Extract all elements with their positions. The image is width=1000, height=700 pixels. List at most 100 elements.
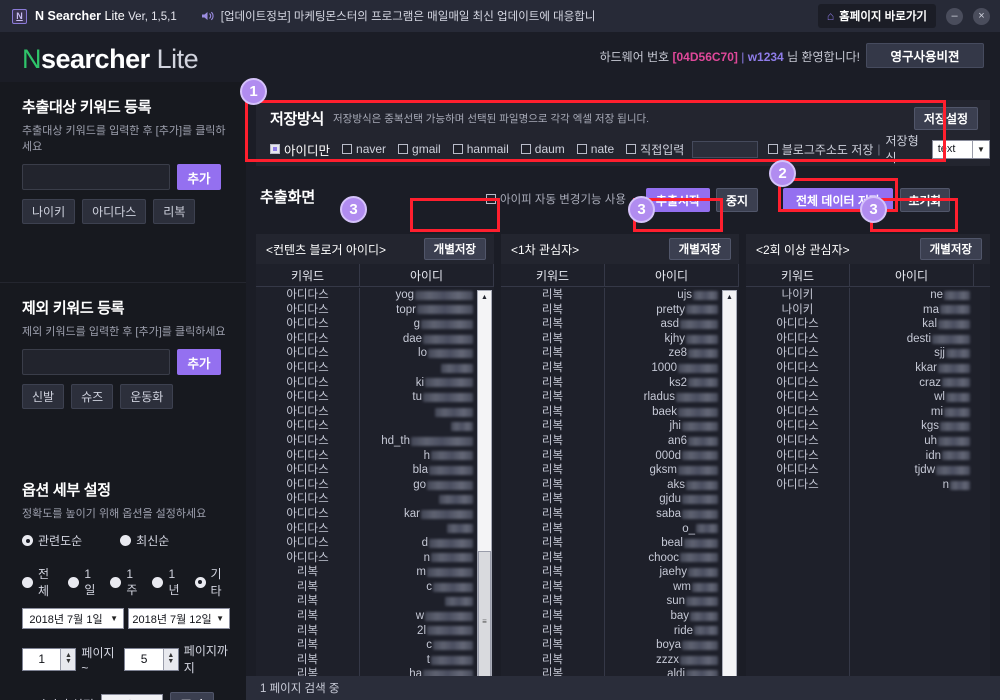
table-cell-keyword[interactable]: 아디다스 [256, 536, 359, 551]
table-cell-keyword[interactable]: 아디다스 [256, 478, 359, 493]
table-cell-keyword[interactable]: 아디다스 [256, 317, 359, 332]
table-cell-id[interactable]: sjj [850, 346, 974, 361]
table-cell-keyword[interactable]: 아디다스 [256, 507, 359, 522]
table-cell-id[interactable]: bla [360, 463, 477, 478]
table-cell-keyword[interactable]: 리복 [501, 405, 604, 420]
table-cell-keyword[interactable]: 아디다스 [256, 332, 359, 347]
table-cell-id[interactable]: ks2 [605, 376, 722, 391]
table-cell-keyword[interactable]: 리복 [256, 638, 359, 653]
table-cell-id[interactable]: craz [850, 376, 974, 391]
vertical-scrollbar[interactable]: ▲ ▼ [722, 290, 737, 700]
table-cell-id[interactable]: lo [360, 346, 477, 361]
table-cell-id[interactable]: o_ [605, 522, 722, 537]
table-cell-keyword[interactable]: 나이키 [746, 303, 849, 318]
table-cell-id[interactable]: t [360, 653, 477, 668]
date-from-picker[interactable]: 2018년 7월 1일 ▼ [22, 608, 124, 629]
table-cell-keyword[interactable]: 아디다스 [746, 376, 849, 391]
format-select[interactable]: text ▼ [931, 139, 990, 159]
table-cell-id[interactable]: ma [850, 303, 974, 318]
table-cell-id[interactable]: 2l [360, 624, 477, 639]
table-cell-id[interactable]: gksm [605, 463, 722, 478]
table-cell-id[interactable]: chooc [605, 551, 722, 566]
stepper-arrows-icon[interactable]: ▲ ▼ [60, 648, 76, 670]
table-cell-id[interactable]: kjhy [605, 332, 722, 347]
table-cell-id[interactable]: asd [605, 317, 722, 332]
timer-stop-button[interactable]: 중지 [169, 692, 214, 700]
save-option-direct[interactable]: 직접입력 [626, 141, 684, 158]
table-cell-id[interactable]: jhi [605, 419, 722, 434]
table-cell-id[interactable]: gjdu [605, 492, 722, 507]
table-cell-keyword[interactable]: 리복 [501, 565, 604, 580]
scrollbar-thumb[interactable]: ≡ [478, 551, 491, 691]
table-cell-id[interactable] [360, 594, 477, 609]
table-cell-keyword[interactable]: 리복 [256, 580, 359, 595]
radio-icon[interactable] [110, 576, 122, 588]
table-cell-keyword[interactable]: 아디다스 [746, 463, 849, 478]
table-cell-id[interactable]: d [360, 536, 477, 551]
table-cell-id[interactable]: wm [605, 580, 722, 595]
scroll-up-arrow-icon[interactable]: ▲ [478, 291, 491, 304]
table-cell-keyword[interactable]: 리복 [256, 609, 359, 624]
table-cell-keyword[interactable]: 아디다스 [746, 346, 849, 361]
table-cell-keyword[interactable]: 나이키 [746, 288, 849, 303]
table-cell-id[interactable]: 1000 [605, 361, 722, 376]
table-cell-keyword[interactable]: 리복 [501, 390, 604, 405]
table-cell-id[interactable]: boya [605, 638, 722, 653]
ip-auto-change-option[interactable]: 아이피 자동 변경기능 사용 [486, 191, 626, 207]
table-cell-id[interactable]: baek [605, 405, 722, 420]
scroll-up-arrow-icon[interactable]: ▲ [723, 291, 736, 304]
start-extraction-button[interactable]: 추출시작 [646, 188, 710, 212]
exclude-keyword-add-button[interactable]: 추가 [177, 349, 221, 375]
panel-individual-save-button[interactable]: 개별저장 [423, 238, 486, 260]
save-option-daum[interactable]: daum [520, 142, 565, 156]
table-cell-keyword[interactable]: 리복 [501, 419, 604, 434]
radio-icon[interactable] [22, 576, 33, 588]
reset-button[interactable]: 초기화 [900, 188, 950, 212]
exclude-keyword-input[interactable] [22, 349, 170, 375]
table-cell-keyword[interactable]: 리복 [501, 376, 604, 391]
table-cell-id[interactable]: w [360, 609, 477, 624]
table-cell-id[interactable]: aks [605, 478, 722, 493]
save-settings-button[interactable]: 저장설정 [914, 107, 978, 130]
stepper-arrows-icon[interactable]: ▲ ▼ [162, 648, 178, 670]
panel-individual-save-button[interactable]: 개별저장 [668, 238, 731, 260]
radio-icon[interactable] [194, 576, 206, 588]
table-cell-id[interactable]: go [360, 478, 477, 493]
table-cell-id[interactable]: idn [850, 449, 974, 464]
table-cell-id[interactable]: dae [360, 332, 477, 347]
table-cell-id[interactable]: bay [605, 609, 722, 624]
table-cell-id[interactable]: kgs [850, 419, 974, 434]
table-cell-id[interactable] [360, 419, 477, 434]
checkbox-icon[interactable] [767, 144, 778, 154]
stop-extraction-button[interactable]: 중지 [716, 188, 758, 212]
table-cell-keyword[interactable]: 아디다스 [746, 317, 849, 332]
vertical-scrollbar[interactable]: ▲ ≡ ▼ [477, 290, 492, 700]
table-cell-id[interactable]: desti [850, 332, 974, 347]
table-cell-id[interactable]: hd_th [360, 434, 477, 449]
table-cell-keyword[interactable]: 아디다스 [746, 478, 849, 493]
checkbox-icon[interactable] [342, 144, 353, 154]
chevron-down-icon[interactable]: ▼ [971, 140, 989, 158]
table-cell-keyword[interactable]: 아디다스 [256, 449, 359, 464]
table-cell-keyword[interactable]: 리복 [256, 624, 359, 639]
date-to-picker[interactable]: 2018년 7월 12일 ▼ [128, 608, 230, 629]
page-from-stepper[interactable]: 1 ▲ ▼ [22, 647, 77, 671]
table-cell-keyword[interactable]: 아디다스 [746, 390, 849, 405]
save-option-hanmail[interactable]: hanmail [452, 142, 509, 156]
table-cell-keyword[interactable]: 리복 [256, 594, 359, 609]
table-cell-id[interactable]: pretty [605, 303, 722, 318]
table-cell-keyword[interactable]: 아디다스 [746, 419, 849, 434]
page-to-stepper[interactable]: 5 ▲ ▼ [124, 647, 179, 671]
radio-icon[interactable] [68, 576, 80, 588]
table-cell-id[interactable]: rladus [605, 390, 722, 405]
table-cell-keyword[interactable]: 아디다스 [256, 376, 359, 391]
table-cell-keyword[interactable]: 리복 [501, 492, 604, 507]
table-cell-id[interactable] [360, 492, 477, 507]
minimize-button[interactable]: – [946, 7, 963, 25]
table-cell-keyword[interactable]: 아디다스 [256, 419, 359, 434]
table-cell-keyword[interactable]: 아디다스 [256, 492, 359, 507]
radio-icon[interactable] [22, 535, 33, 546]
checkbox-icon[interactable] [270, 144, 280, 154]
checkbox-icon[interactable] [398, 144, 409, 154]
save-option-id-only[interactable]: 아이디만 [270, 140, 330, 159]
